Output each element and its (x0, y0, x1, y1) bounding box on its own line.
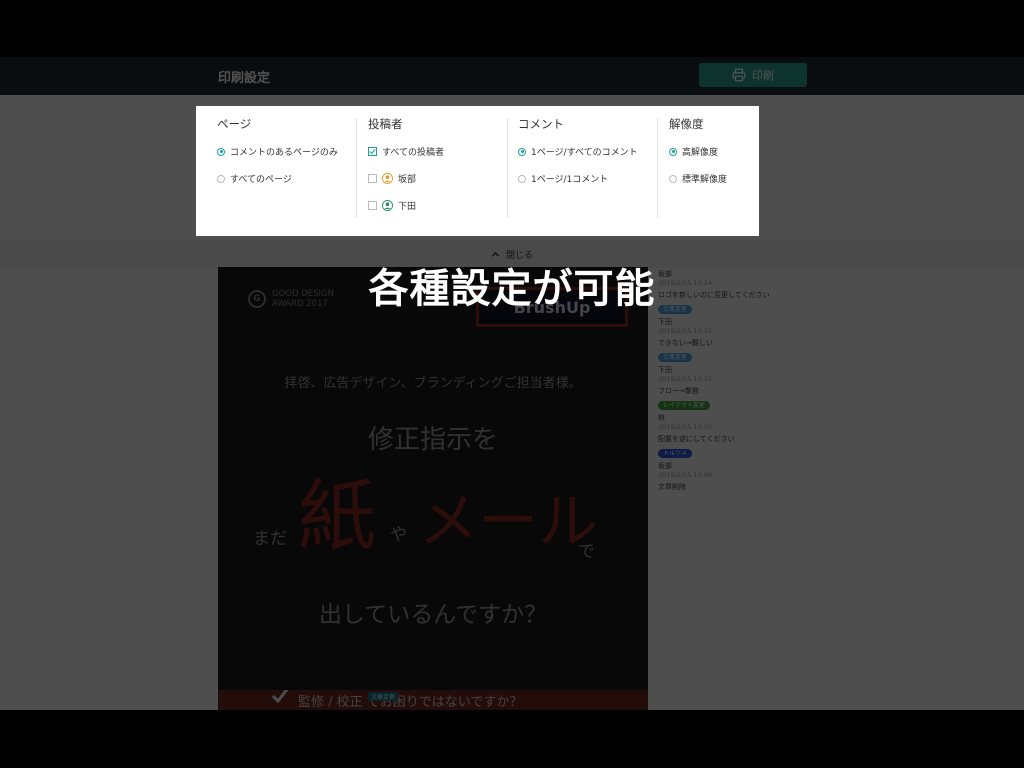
option-label: すべてのページ (230, 175, 292, 185)
comment-author: 坂部 (658, 462, 672, 470)
page-option-commented[interactable]: コメントのあるページのみ (217, 145, 338, 158)
option-label: 坂部 (398, 175, 417, 185)
print-button-label: 印刷 (752, 69, 774, 82)
poster-settings-title: 投稿者 (368, 117, 403, 131)
doc-word-mail: メール (418, 487, 598, 557)
radio-selected-icon[interactable] (217, 147, 225, 156)
comment-text[interactable]: 配置を逆にしてください (658, 434, 735, 444)
printer-icon (732, 68, 746, 82)
comment-author: 下田 (658, 318, 672, 326)
comment-option-one[interactable]: 1ページ/1コメント (518, 172, 608, 185)
option-label: 高解像度 (682, 148, 719, 158)
comment-settings-title: コメント (518, 117, 564, 131)
resolution-option-high[interactable]: 高解像度 (669, 145, 718, 158)
resolution-option-standard[interactable]: 標準解像度 (669, 172, 727, 185)
document-preview[interactable]: G GOOD DESIGN AWARD 2017 BrushUp 拝啓、広告デザ… (218, 267, 648, 710)
comment-text[interactable]: できない→難しい (658, 338, 713, 348)
column-divider (657, 118, 658, 218)
doc-word-ya: や (390, 525, 407, 545)
doc-question: 出しているんですか？ (318, 602, 548, 628)
comment-text[interactable]: フロー→業務 (658, 386, 699, 396)
page-settings-title: ページ (217, 117, 252, 131)
checkbox-icon[interactable] (368, 174, 377, 183)
settings-panel: ページ コメントのあるページのみ すべてのページ 投稿者 すべての投稿者 坂部 … (196, 106, 759, 236)
feature-caption: 各種設定が可能 (368, 266, 656, 312)
option-label: 1ページ/すべてのコメント (531, 148, 638, 158)
doc-word-de: で (578, 542, 595, 562)
comment-time: 2019/2/25 13:06 (658, 471, 713, 479)
doc-greeting: 拝啓、広告デザイン、ブランディングご担当者様。 (284, 376, 582, 391)
poster-option-sakabe[interactable]: 坂部 (368, 172, 416, 185)
radio-selected-icon[interactable] (669, 147, 677, 156)
resolution-settings-title: 解像度 (669, 117, 704, 131)
doc-headline: 修正指示を (367, 425, 498, 455)
option-label: コメントのあるページのみ (230, 148, 338, 158)
checkmark-icon (271, 690, 289, 704)
poster-option-shimoda[interactable]: 下田 (368, 199, 416, 212)
doc-bottom-banner: 監修 / 校正 でお困りではないですか？ 文章変更 (218, 690, 648, 710)
column-divider (507, 118, 508, 218)
comment-tag: トルツメ (658, 449, 693, 458)
avatar-icon (382, 173, 393, 184)
option-label: 1ページ/1コメント (531, 175, 609, 185)
comment-tag[interactable]: 文章変更 (368, 692, 399, 701)
radio-selected-icon[interactable] (518, 147, 526, 156)
comment-time: 2019/2/25 13:12 (658, 327, 713, 335)
comment-option-all[interactable]: 1ページ/すべてのコメント (518, 145, 638, 158)
comment-time: 2019/2/25 13:10 (658, 423, 713, 431)
comment-author: 下田 (658, 366, 672, 374)
comment-author: 林 (658, 414, 665, 422)
radio-icon[interactable] (518, 174, 526, 183)
page-title: 印刷設定 (218, 71, 271, 86)
page-option-all[interactable]: すべてのページ (217, 172, 292, 185)
radio-icon[interactable] (217, 174, 225, 183)
app-header: 印刷設定 印刷 (0, 57, 1024, 95)
avatar-icon (382, 200, 393, 211)
comment-tag: レイアウト変更 (658, 401, 711, 410)
option-label: すべての投稿者 (382, 148, 445, 158)
doc-bottom-text: 監修 / 校正 でお困りではないですか？ (298, 694, 523, 710)
checkbox-checked-icon[interactable] (368, 147, 377, 156)
doc-word-kami: 紙 (298, 472, 377, 562)
column-divider (356, 118, 357, 218)
option-label: 下田 (398, 202, 417, 212)
radio-icon[interactable] (669, 174, 677, 183)
comment-text[interactable]: 文章削除 (658, 482, 686, 492)
print-button[interactable]: 印刷 (699, 63, 807, 87)
doc-main-copy: まだ 紙 や メール で (218, 472, 648, 582)
comment-time: 2019/2/25 13:12 (658, 375, 713, 383)
doc-word-mada: まだ (253, 529, 287, 549)
option-label: 標準解像度 (682, 175, 728, 185)
checkbox-icon[interactable] (368, 201, 377, 210)
poster-option-all[interactable]: すべての投稿者 (368, 145, 444, 158)
comment-tag: 文章変更 (658, 353, 693, 362)
